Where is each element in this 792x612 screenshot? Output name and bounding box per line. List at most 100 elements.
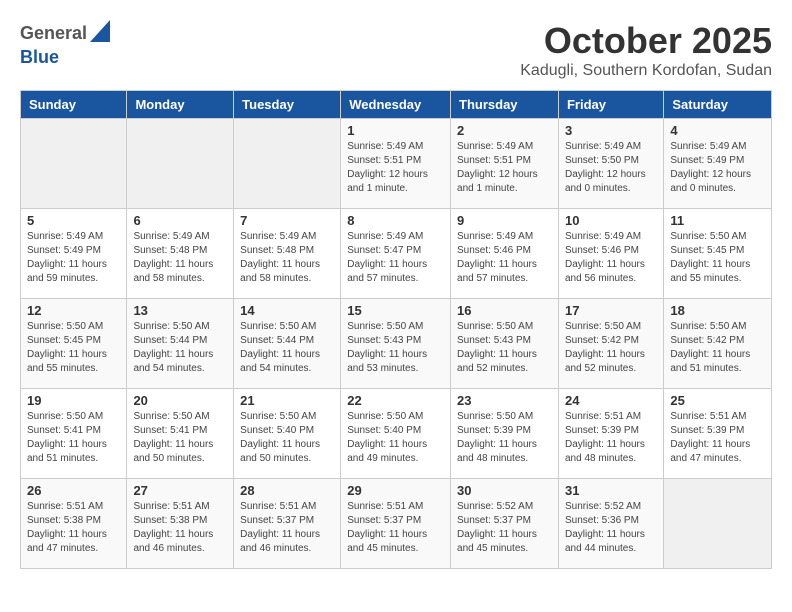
day-info: Sunrise: 5:51 AM Sunset: 5:38 PM Dayligh…: [27, 500, 120, 556]
day-number: 15: [347, 303, 444, 318]
calendar-cell: 25 Sunrise: 5:51 AM Sunset: 5:39 PM Dayli…: [664, 389, 772, 479]
day-info: Sunrise: 5:52 AM Sunset: 5:37 PM Dayligh…: [457, 500, 552, 556]
day-info: Sunrise: 5:49 AM Sunset: 5:51 PM Dayligh…: [347, 140, 444, 196]
day-number: 20: [133, 393, 227, 408]
day-info: Sunrise: 5:52 AM Sunset: 5:36 PM Dayligh…: [565, 500, 657, 556]
day-number: 28: [240, 483, 334, 498]
day-info: Sunrise: 5:50 AM Sunset: 5:45 PM Dayligh…: [27, 320, 120, 376]
week-row-3: 12 Sunrise: 5:50 AM Sunset: 5:45 PM Dayli…: [21, 299, 772, 389]
day-number: 27: [133, 483, 227, 498]
calendar-cell: 11 Sunrise: 5:50 AM Sunset: 5:45 PM Dayli…: [664, 209, 772, 299]
day-number: 30: [457, 483, 552, 498]
day-info: Sunrise: 5:50 AM Sunset: 5:40 PM Dayligh…: [240, 410, 334, 466]
calendar-cell: [234, 119, 341, 209]
calendar-cell: 27 Sunrise: 5:51 AM Sunset: 5:38 PM Dayli…: [127, 479, 234, 569]
weekday-header-row: SundayMondayTuesdayWednesdayThursdayFrid…: [21, 91, 772, 119]
calendar-cell: 20Sunrise: 5:50 AM Sunset: 5:41 PM Dayli…: [127, 389, 234, 479]
day-info: Sunrise: 5:51 AM Sunset: 5:37 PM Dayligh…: [240, 500, 334, 556]
month-title: October 2025: [520, 20, 772, 62]
calendar-cell: 13 Sunrise: 5:50 AM Sunset: 5:44 PM Dayli…: [127, 299, 234, 389]
logo-triangle-icon: [90, 20, 110, 47]
calendar-cell: 6 Sunrise: 5:49 AM Sunset: 5:48 PM Daylig…: [127, 209, 234, 299]
calendar-cell: 23Sunrise: 5:50 AM Sunset: 5:39 PM Dayli…: [451, 389, 559, 479]
day-number: 8: [347, 213, 444, 228]
day-info: Sunrise: 5:51 AM Sunset: 5:37 PM Dayligh…: [347, 500, 444, 556]
day-info: Sunrise: 5:49 AM Sunset: 5:46 PM Dayligh…: [565, 230, 657, 286]
calendar-cell: 2 Sunrise: 5:49 AM Sunset: 5:51 PM Daylig…: [451, 119, 559, 209]
day-info: Sunrise: 5:49 AM Sunset: 5:51 PM Dayligh…: [457, 140, 552, 196]
weekday-header-wednesday: Wednesday: [341, 91, 451, 119]
day-info: Sunrise: 5:50 AM Sunset: 5:42 PM Dayligh…: [565, 320, 657, 376]
day-number: 21: [240, 393, 334, 408]
calendar-cell: [664, 479, 772, 569]
calendar-cell: [127, 119, 234, 209]
day-number: 10: [565, 213, 657, 228]
calendar-cell: 26Sunrise: 5:51 AM Sunset: 5:38 PM Dayli…: [21, 479, 127, 569]
weekday-header-monday: Monday: [127, 91, 234, 119]
day-info: Sunrise: 5:51 AM Sunset: 5:38 PM Dayligh…: [133, 500, 227, 556]
calendar-cell: 3Sunrise: 5:49 AM Sunset: 5:50 PM Daylig…: [558, 119, 663, 209]
day-number: 25: [670, 393, 765, 408]
calendar-cell: 19Sunrise: 5:50 AM Sunset: 5:41 PM Dayli…: [21, 389, 127, 479]
day-info: Sunrise: 5:50 AM Sunset: 5:42 PM Dayligh…: [670, 320, 765, 376]
day-info: Sunrise: 5:50 AM Sunset: 5:44 PM Dayligh…: [240, 320, 334, 376]
calendar-cell: 31 Sunrise: 5:52 AM Sunset: 5:36 PM Dayli…: [558, 479, 663, 569]
day-info: Sunrise: 5:49 AM Sunset: 5:47 PM Dayligh…: [347, 230, 444, 286]
day-info: Sunrise: 5:50 AM Sunset: 5:44 PM Dayligh…: [133, 320, 227, 376]
calendar-cell: 24 Sunrise: 5:51 AM Sunset: 5:39 PM Dayli…: [558, 389, 663, 479]
calendar-cell: 14 Sunrise: 5:50 AM Sunset: 5:44 PM Dayli…: [234, 299, 341, 389]
day-number: 19: [27, 393, 120, 408]
day-number: 1: [347, 123, 444, 138]
weekday-header-thursday: Thursday: [451, 91, 559, 119]
day-info: Sunrise: 5:49 AM Sunset: 5:48 PM Dayligh…: [133, 230, 227, 286]
calendar-cell: 4 Sunrise: 5:49 AM Sunset: 5:49 PM Daylig…: [664, 119, 772, 209]
day-number: 9: [457, 213, 552, 228]
calendar-cell: 28 Sunrise: 5:51 AM Sunset: 5:37 PM Dayli…: [234, 479, 341, 569]
day-number: 7: [240, 213, 334, 228]
day-info: Sunrise: 5:50 AM Sunset: 5:45 PM Dayligh…: [670, 230, 765, 286]
day-number: 18: [670, 303, 765, 318]
calendar-cell: 5Sunrise: 5:49 AM Sunset: 5:49 PM Daylig…: [21, 209, 127, 299]
week-row-2: 5Sunrise: 5:49 AM Sunset: 5:49 PM Daylig…: [21, 209, 772, 299]
day-number: 24: [565, 393, 657, 408]
logo-blue-text: Blue: [20, 47, 59, 67]
calendar-cell: 10 Sunrise: 5:49 AM Sunset: 5:46 PM Dayli…: [558, 209, 663, 299]
day-number: 12: [27, 303, 120, 318]
calendar-cell: 17 Sunrise: 5:50 AM Sunset: 5:42 PM Dayli…: [558, 299, 663, 389]
calendar-cell: 15 Sunrise: 5:50 AM Sunset: 5:43 PM Dayli…: [341, 299, 451, 389]
day-info: Sunrise: 5:49 AM Sunset: 5:49 PM Dayligh…: [670, 140, 765, 196]
day-number: 14: [240, 303, 334, 318]
weekday-header-saturday: Saturday: [664, 91, 772, 119]
day-number: 11: [670, 213, 765, 228]
day-number: 22: [347, 393, 444, 408]
logo-general-text: General: [20, 23, 87, 44]
calendar-cell: 21 Sunrise: 5:50 AM Sunset: 5:40 PM Dayli…: [234, 389, 341, 479]
week-row-1: 1 Sunrise: 5:49 AM Sunset: 5:51 PM Daylig…: [21, 119, 772, 209]
day-number: 2: [457, 123, 552, 138]
day-info: Sunrise: 5:50 AM Sunset: 5:43 PM Dayligh…: [457, 320, 552, 376]
day-info: Sunrise: 5:51 AM Sunset: 5:39 PM Dayligh…: [565, 410, 657, 466]
day-info: Sunrise: 5:49 AM Sunset: 5:46 PM Dayligh…: [457, 230, 552, 286]
day-info: Sunrise: 5:51 AM Sunset: 5:39 PM Dayligh…: [670, 410, 765, 466]
day-number: 31: [565, 483, 657, 498]
day-info: Sunrise: 5:50 AM Sunset: 5:40 PM Dayligh…: [347, 410, 444, 466]
day-number: 6: [133, 213, 227, 228]
day-number: 4: [670, 123, 765, 138]
calendar-table: SundayMondayTuesdayWednesdayThursdayFrid…: [20, 90, 772, 569]
day-info: Sunrise: 5:50 AM Sunset: 5:39 PM Dayligh…: [457, 410, 552, 466]
day-info: Sunrise: 5:49 AM Sunset: 5:48 PM Dayligh…: [240, 230, 334, 286]
calendar-cell: 16Sunrise: 5:50 AM Sunset: 5:43 PM Dayli…: [451, 299, 559, 389]
calendar-cell: 18 Sunrise: 5:50 AM Sunset: 5:42 PM Dayli…: [664, 299, 772, 389]
calendar-cell: 29Sunrise: 5:51 AM Sunset: 5:37 PM Dayli…: [341, 479, 451, 569]
calendar-cell: [21, 119, 127, 209]
title-section: October 2025 Kadugli, Southern Kordofan,…: [520, 20, 772, 80]
day-number: 17: [565, 303, 657, 318]
calendar-cell: 12 Sunrise: 5:50 AM Sunset: 5:45 PM Dayli…: [21, 299, 127, 389]
calendar-cell: 8 Sunrise: 5:49 AM Sunset: 5:47 PM Daylig…: [341, 209, 451, 299]
day-info: Sunrise: 5:50 AM Sunset: 5:43 PM Dayligh…: [347, 320, 444, 376]
day-number: 13: [133, 303, 227, 318]
calendar-cell: 9 Sunrise: 5:49 AM Sunset: 5:46 PM Daylig…: [451, 209, 559, 299]
day-info: Sunrise: 5:49 AM Sunset: 5:50 PM Dayligh…: [565, 140, 657, 196]
calendar-cell: 22 Sunrise: 5:50 AM Sunset: 5:40 PM Dayli…: [341, 389, 451, 479]
weekday-header-sunday: Sunday: [21, 91, 127, 119]
